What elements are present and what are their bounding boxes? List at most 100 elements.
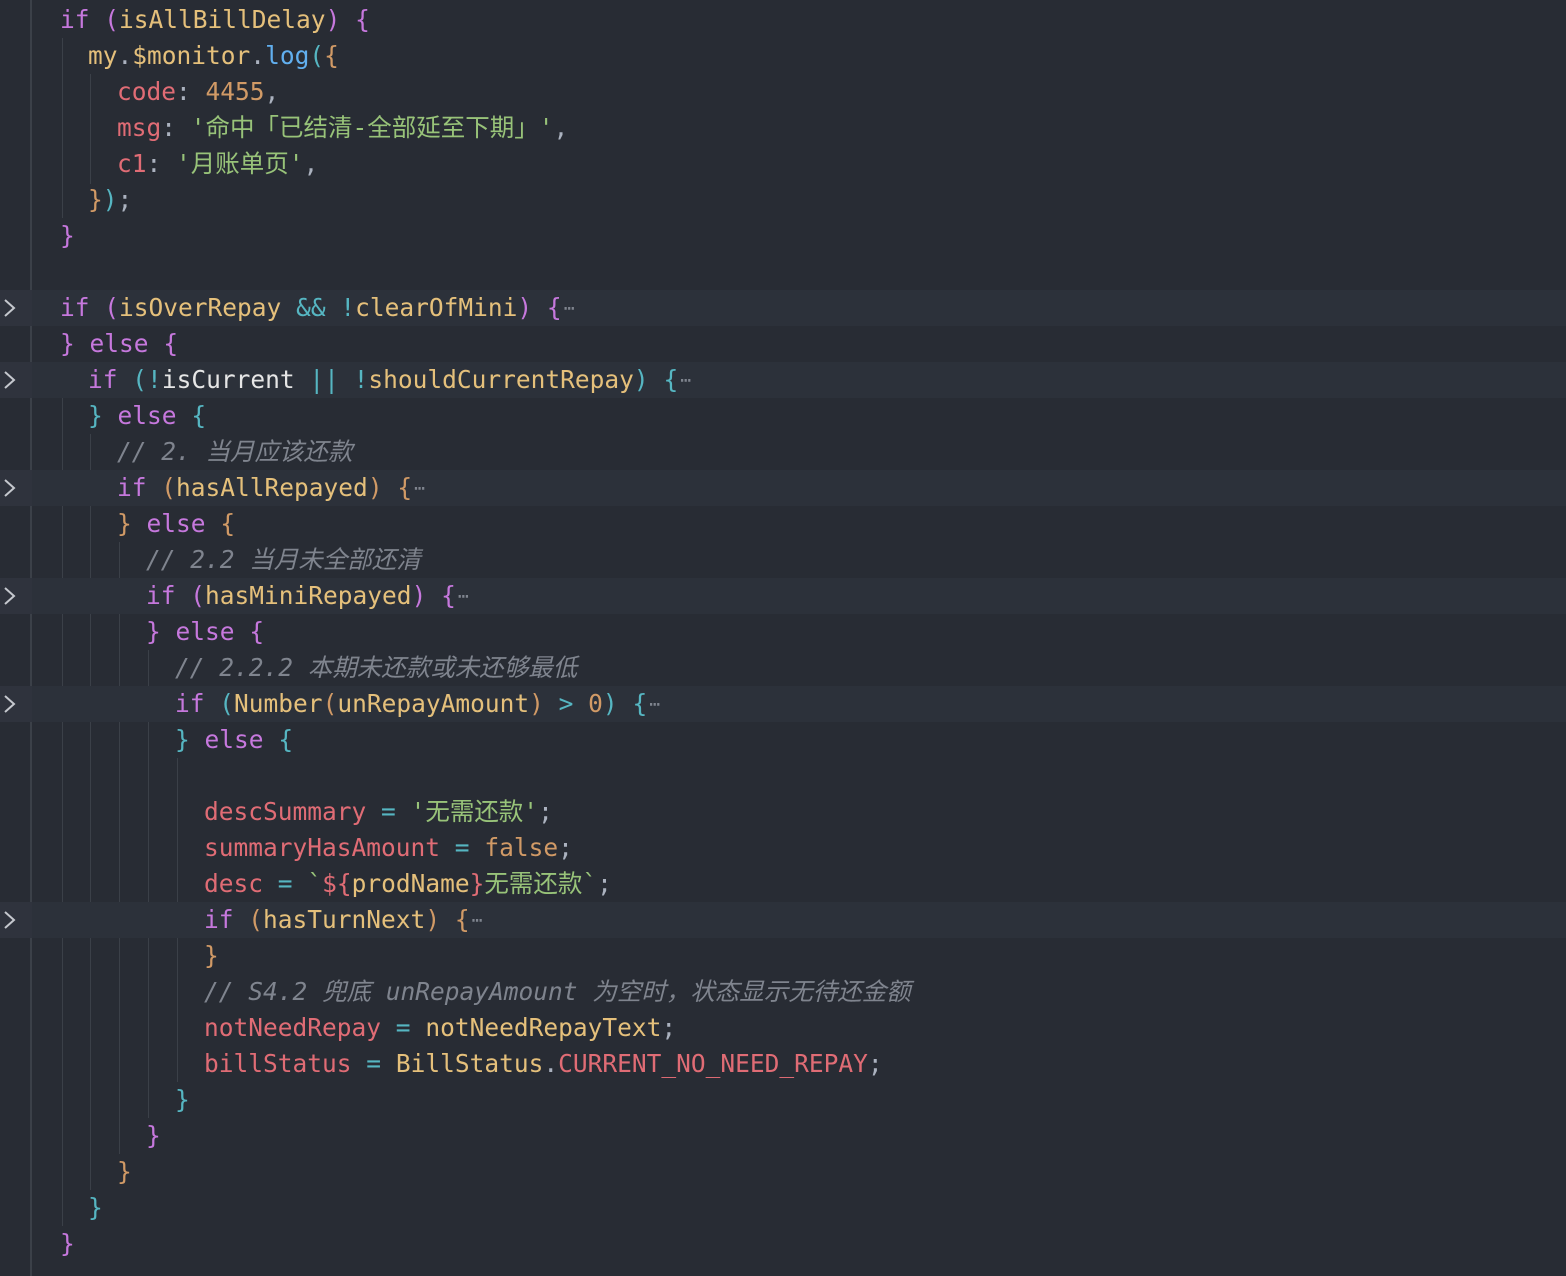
token-punct: ,	[553, 113, 569, 142]
code-line[interactable]: } else {	[0, 506, 1566, 542]
token-keyword: else	[146, 509, 206, 538]
code-line-folded[interactable]: if (isOverRepay && !clearOfMini) {⋯	[0, 290, 1566, 326]
code-line[interactable]: descSummary = '无需还款';	[0, 794, 1566, 830]
token-punct: ;	[558, 833, 573, 862]
token-punct: ,	[303, 149, 319, 178]
chevron-right-icon[interactable]	[1, 585, 21, 607]
token-bracket: }	[117, 1157, 132, 1186]
chevron-right-icon[interactable]	[1, 369, 21, 391]
code-line[interactable]: }	[0, 1082, 1566, 1118]
token-bracket: {	[191, 401, 207, 430]
token-bracket: }	[146, 1121, 161, 1150]
token-bracket: }	[60, 221, 75, 250]
token-bracket: )	[102, 185, 118, 214]
chevron-right-icon[interactable]	[1, 909, 21, 931]
token-template-brace: }	[469, 869, 485, 898]
code-line-folded[interactable]: if (!isCurrent || !shouldCurrentRepay) {…	[0, 362, 1566, 398]
code-line[interactable]: // 2.2.2 本期未还款或未还够最低	[0, 650, 1566, 686]
token-identifier: notNeedRepayText	[425, 1013, 662, 1042]
code-line[interactable]: }	[0, 938, 1566, 974]
code-line[interactable]: // 2. 当月应该还款	[0, 434, 1566, 470]
token-function: log	[265, 41, 310, 70]
code-line[interactable]: } else {	[0, 398, 1566, 434]
code-line[interactable]: } else {	[0, 614, 1566, 650]
token-keyword: if	[175, 689, 205, 718]
code-line[interactable]	[0, 758, 1566, 794]
token-bracket: {	[355, 5, 370, 34]
token-property: CURRENT_NO_NEED_REPAY	[558, 1049, 868, 1078]
token-operator: >	[558, 689, 574, 718]
token-identifier: prodName	[351, 869, 470, 898]
token-punct: :	[146, 149, 177, 178]
fold-ellipsis[interactable]: ⋯	[680, 363, 691, 399]
code-line[interactable]: });	[0, 182, 1566, 218]
code-line[interactable]: }	[0, 1154, 1566, 1190]
token-bracket: {	[441, 581, 456, 610]
code-line[interactable]	[0, 254, 1566, 290]
token-number: 4455	[205, 77, 265, 106]
token-bracket: }	[88, 1193, 103, 1222]
token-keyword: if	[88, 365, 118, 394]
token-bracket: (	[219, 689, 235, 718]
code-line[interactable]: desc = `${prodName}无需还款`;	[0, 866, 1566, 902]
code-line[interactable]: }	[0, 1226, 1566, 1262]
code-line[interactable]: }	[0, 218, 1566, 254]
code-line[interactable]: // 2.2 当月未全部还清	[0, 542, 1566, 578]
fold-ellipsis[interactable]: ⋯	[649, 687, 660, 723]
fold-ellipsis[interactable]: ⋯	[458, 579, 469, 615]
code-line-folded[interactable]: if (hasAllRepayed) {⋯	[0, 470, 1566, 506]
token-identifier: isOverRepay	[119, 293, 282, 322]
token-punct: :	[161, 113, 191, 142]
fold-ellipsis[interactable]: ⋯	[414, 471, 425, 507]
chevron-right-icon[interactable]	[1, 477, 21, 499]
code-line[interactable]: msg: '命中「已结清-全部延至下期」',	[0, 110, 1566, 146]
token-identifier: clearOfMini	[355, 293, 518, 322]
token-bracket: }	[117, 509, 132, 538]
code-line-folded[interactable]: if (hasTurnNext) {⋯	[0, 902, 1566, 938]
token-string: '命中「已结清-全部延至下期」'	[190, 113, 554, 142]
token-identifier: hasTurnNext	[263, 905, 426, 934]
token-string: 无需还款`	[484, 869, 598, 898]
code-line[interactable]: my.$monitor.log({	[0, 38, 1566, 74]
token-bracket: }	[88, 401, 103, 430]
comment: // S4.2 兜底 unRepayAmount 为空时，状态显示无待还金额	[204, 977, 911, 1006]
token-keyword: if	[60, 5, 90, 34]
chevron-right-icon[interactable]	[1, 297, 21, 319]
token-bracket: )	[529, 689, 544, 718]
token-operator: =	[395, 1013, 411, 1042]
code-line[interactable]: }	[0, 1118, 1566, 1154]
token-property: msg	[117, 113, 162, 142]
comment: // 2. 当月应该还款	[117, 437, 353, 466]
token-keyword: if	[146, 581, 176, 610]
token-bracket: )	[411, 581, 427, 610]
code-line-folded[interactable]: if (hasMiniRepayed) {⋯	[0, 578, 1566, 614]
token-number: 0	[588, 689, 603, 718]
token-bracket: {	[163, 329, 179, 358]
code-line[interactable]: summaryHasAmount = false;	[0, 830, 1566, 866]
token-identifier: hasAllRepayed	[176, 473, 368, 502]
token-operator: =	[454, 833, 470, 862]
token-operator: &&	[296, 293, 326, 322]
code-line[interactable]: c1: '月账单页',	[0, 146, 1566, 182]
fold-ellipsis[interactable]: ⋯	[564, 291, 575, 327]
code-line[interactable]: // S4.2 兜底 unRepayAmount 为空时，状态显示无待还金额	[0, 974, 1566, 1010]
token-bracket: }	[60, 329, 75, 358]
token-bracket: (	[322, 689, 338, 718]
code-line[interactable]: } else {	[0, 722, 1566, 758]
code-line[interactable]: code: 4455,	[0, 74, 1566, 110]
code-editor[interactable]: if (isAllBillDelay) { my.$monitor.log({ …	[0, 0, 1566, 1276]
code-line[interactable]: if (isAllBillDelay) {	[0, 2, 1566, 38]
code-line[interactable]: }	[0, 1190, 1566, 1226]
token-operator: !	[147, 365, 162, 394]
code-line-folded[interactable]: if (Number(unRepayAmount) > 0) {⋯	[0, 686, 1566, 722]
fold-ellipsis[interactable]: ⋯	[472, 903, 483, 939]
token-operator: =	[366, 1049, 382, 1078]
token-bracket: (	[132, 365, 148, 394]
token-keyword: if	[117, 473, 147, 502]
code-line[interactable]: notNeedRepay = notNeedRepayText;	[0, 1010, 1566, 1046]
code-line[interactable]: } else {	[0, 326, 1566, 362]
code-line[interactable]: billStatus = BillStatus.CURRENT_NO_NEED_…	[0, 1046, 1566, 1082]
token-operator: !	[353, 365, 369, 394]
chevron-right-icon[interactable]	[1, 693, 21, 715]
token-variable: summaryHasAmount	[204, 833, 441, 862]
